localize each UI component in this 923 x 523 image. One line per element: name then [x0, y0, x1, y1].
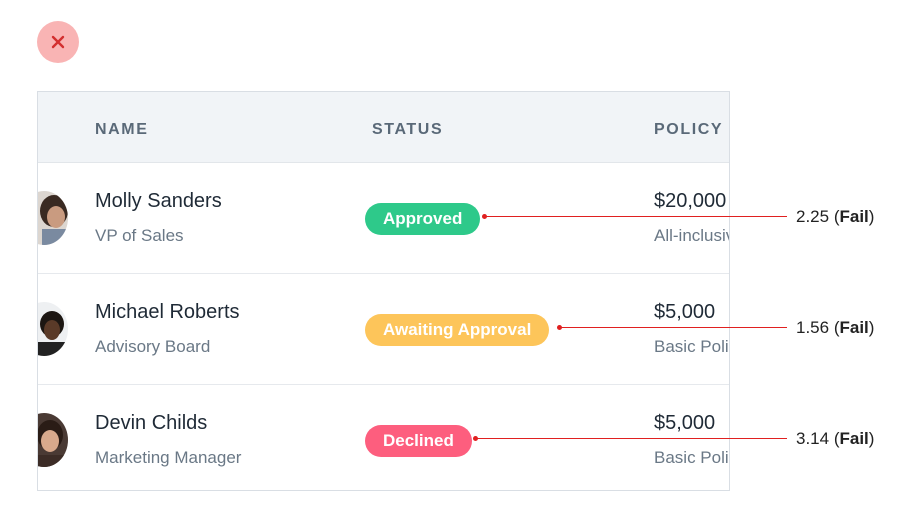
column-header-policy[interactable]: POLICY: [654, 121, 723, 139]
policy-amount: $20,000: [654, 190, 727, 212]
annotation-line: [560, 327, 787, 328]
person-role: VP of Sales: [95, 226, 184, 245]
person-name: Molly Sanders: [95, 190, 222, 212]
person-name: Michael Roberts: [95, 301, 240, 323]
close-icon: [51, 35, 65, 49]
column-header-name[interactable]: NAME: [95, 121, 149, 139]
table-row[interactable]: Michael Roberts Advisory Board Awaiting …: [38, 274, 729, 385]
column-header-status[interactable]: STATUS: [372, 121, 443, 139]
person-role: Advisory Board: [95, 337, 211, 356]
avatar: [38, 302, 68, 356]
avatar: [38, 191, 68, 245]
annotation-line: [476, 438, 787, 439]
table-row[interactable]: Molly Sanders VP of Sales Approved $20,0…: [38, 163, 729, 274]
contrast-annotation: 2.25 (Fail): [796, 207, 875, 226]
status-badge: Awaiting Approval: [365, 314, 550, 346]
avatar: [38, 413, 68, 467]
person-name: Devin Childs: [95, 412, 208, 434]
policy-amount: $5,000: [654, 412, 716, 434]
close-button[interactable]: [37, 21, 79, 63]
policy-amount: $5,000: [654, 301, 716, 323]
policy-plan: Basic Policy: [654, 448, 729, 467]
status-badge: Approved: [365, 203, 481, 235]
contrast-annotation: 3.14 (Fail): [796, 429, 875, 448]
policy-plan: All-inclusive Policy: [654, 226, 729, 245]
policy-table: NAME STATUS POLICY Molly Sanders VP of S…: [37, 91, 730, 491]
annotation-line: [485, 216, 787, 217]
status-badge: Declined: [365, 425, 472, 457]
table-header: NAME STATUS POLICY: [38, 92, 729, 163]
person-role: Marketing Manager: [95, 448, 242, 467]
contrast-annotation: 1.56 (Fail): [796, 318, 875, 337]
policy-plan: Basic Policy: [654, 337, 729, 356]
